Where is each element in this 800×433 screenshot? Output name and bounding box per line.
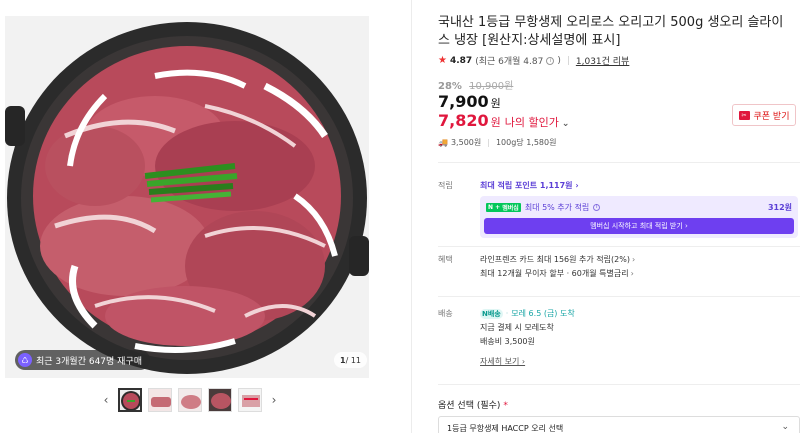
product-page: ♺ 최근 3개월간 647명 재구매 1 / 11 ‹ › 국내산 1등급 무항… [0,0,800,433]
rating-row: ★ 4.87 (최근 6개월 4.87 i ) | 1,031건 리뷰 [438,54,629,67]
shipping-fee-mini: 3,500원 [450,138,482,147]
thumbnail-3[interactable] [178,388,202,412]
benefits-label: 혜택 [438,255,453,264]
arrival-date: 모레 6.5 (금) 도착 [511,309,575,318]
unit-price: 100g당 1,580원 [495,138,557,147]
sale-price-value: 7,900 [438,92,489,111]
option-label: 옵션 선택 (필수) * [438,401,508,411]
my-discount-price[interactable]: 7,820 원 나의 할인가 ⌄ [438,111,569,130]
product-info: 국내산 1등급 무항생제 오리로스 오리고기 500g 생오리 슬라이스 냉장 … [438,0,800,433]
coupon-icon: ✂ [738,110,750,120]
my-price-unit: 원 [490,116,501,129]
thumbnail-image [239,389,261,411]
delivery-fee: 배송비 3,500원 [480,337,535,346]
thumbnail-1[interactable] [118,388,142,412]
rating-score: 4.87 [449,55,473,66]
truck-icon: 🚚 [438,138,448,147]
repurchase-text: 최근 3개월간 647명 재구매 [36,356,143,367]
thumbnail-5[interactable] [238,388,262,412]
discount-percent: 28% [438,81,462,92]
rating-recent-end: ) [557,55,561,66]
delivery-label: 배송 [438,309,453,318]
shipping-summary: 🚚 3,500원 | 100g당 1,580원 [438,137,556,148]
thumbnail-image [179,389,201,411]
original-price: 10,900원 [469,81,514,92]
n-delivery-badge: N배송 [480,308,503,319]
star-icon: ★ [438,55,447,66]
counter-total: / 11 [345,355,361,365]
thumbnail-strip: ‹ › [100,388,280,412]
duck-meat-photo [5,16,369,378]
thumbnail-4[interactable] [208,388,232,412]
rating-recent: (최근 6개월 4.87 [475,57,544,67]
sale-price-unit: 원 [490,97,501,110]
option-select[interactable]: 1등급 무항생제 HACCP 오리 선택 ⌄ [438,416,800,433]
thumbnail-image [209,389,231,411]
info-icon[interactable]: i [593,204,601,211]
prev-image-button[interactable]: ‹ [100,389,112,411]
installment-benefit[interactable]: 최대 12개월 무이자 할부 · 60개월 특별금리 › [480,268,634,279]
points-label: 적립 [438,181,453,190]
option-selected-value: 1등급 무항생제 HACCP 오리 선택 [447,424,564,433]
coupon-label: 쿠폰 받기 [753,111,790,122]
repurchase-badge: ♺ 최근 3개월간 647명 재구매 [15,350,151,370]
max-points-link[interactable]: 최대 적립 포인트 1,117원 › [480,180,579,191]
info-icon[interactable]: i [546,56,555,65]
divider [438,384,800,385]
column-divider [411,0,412,433]
extra-points-text: 최대 5% 추가 적립 [524,203,590,212]
membership-start-button[interactable]: 멤버십 시작하고 최대 적립 받기 › [484,218,794,234]
extra-points-amount: 312원 [767,203,792,212]
reviews-link[interactable]: 1,031건 리뷰 [576,54,629,67]
image-counter: 1 / 11 [334,352,367,368]
thumbnail-image [149,389,171,411]
card-benefit[interactable]: 라인프렌즈 카드 최대 156원 추가 적립(2%) › [480,254,635,265]
membership-box: N + 멤버십 최대 5% 추가 적립 i 312원 멤버십 시작하고 최대 적… [480,196,798,238]
product-title: 국내산 1등급 무항생제 오리로스 오리고기 500g 생오리 슬라이스 냉장 … [438,15,784,48]
delivery-details-link[interactable]: 자세히 보기 › [480,356,525,367]
chevron-down-icon: ⌄ [781,422,789,432]
sale-price: 7,900 원 [438,92,501,111]
separator: | [566,55,570,66]
divider [438,246,800,247]
npay-badge: N + 멤버십 [486,203,521,212]
divider [438,162,800,163]
my-price-value: 7,820 [438,111,489,130]
thumbnail-image [120,390,140,410]
chevron-down-icon: ⌄ [561,119,570,129]
discount-row: 28% 10,900원 [438,77,513,92]
divider [438,296,800,297]
delivery-arrival: N배송 · 모레 6.5 (금) 도착 [480,308,575,319]
my-price-label: 나의 할인가 [504,116,559,129]
coupon-button[interactable]: ✂ 쿠폰 받기 [732,104,796,126]
delivery-note: 지금 결제 시 모레도착 [480,323,554,332]
separator: | [487,138,490,147]
image-gallery: ♺ 최근 3개월간 647명 재구매 1 / 11 ‹ › [0,0,410,433]
separator: · [505,309,509,318]
main-product-image[interactable] [5,16,369,378]
cart-icon: ♺ [18,353,32,367]
next-image-button[interactable]: › [268,389,280,411]
membership-extra: N + 멤버십 최대 5% 추가 적립 i [486,202,601,213]
thumbnail-2[interactable] [148,388,172,412]
